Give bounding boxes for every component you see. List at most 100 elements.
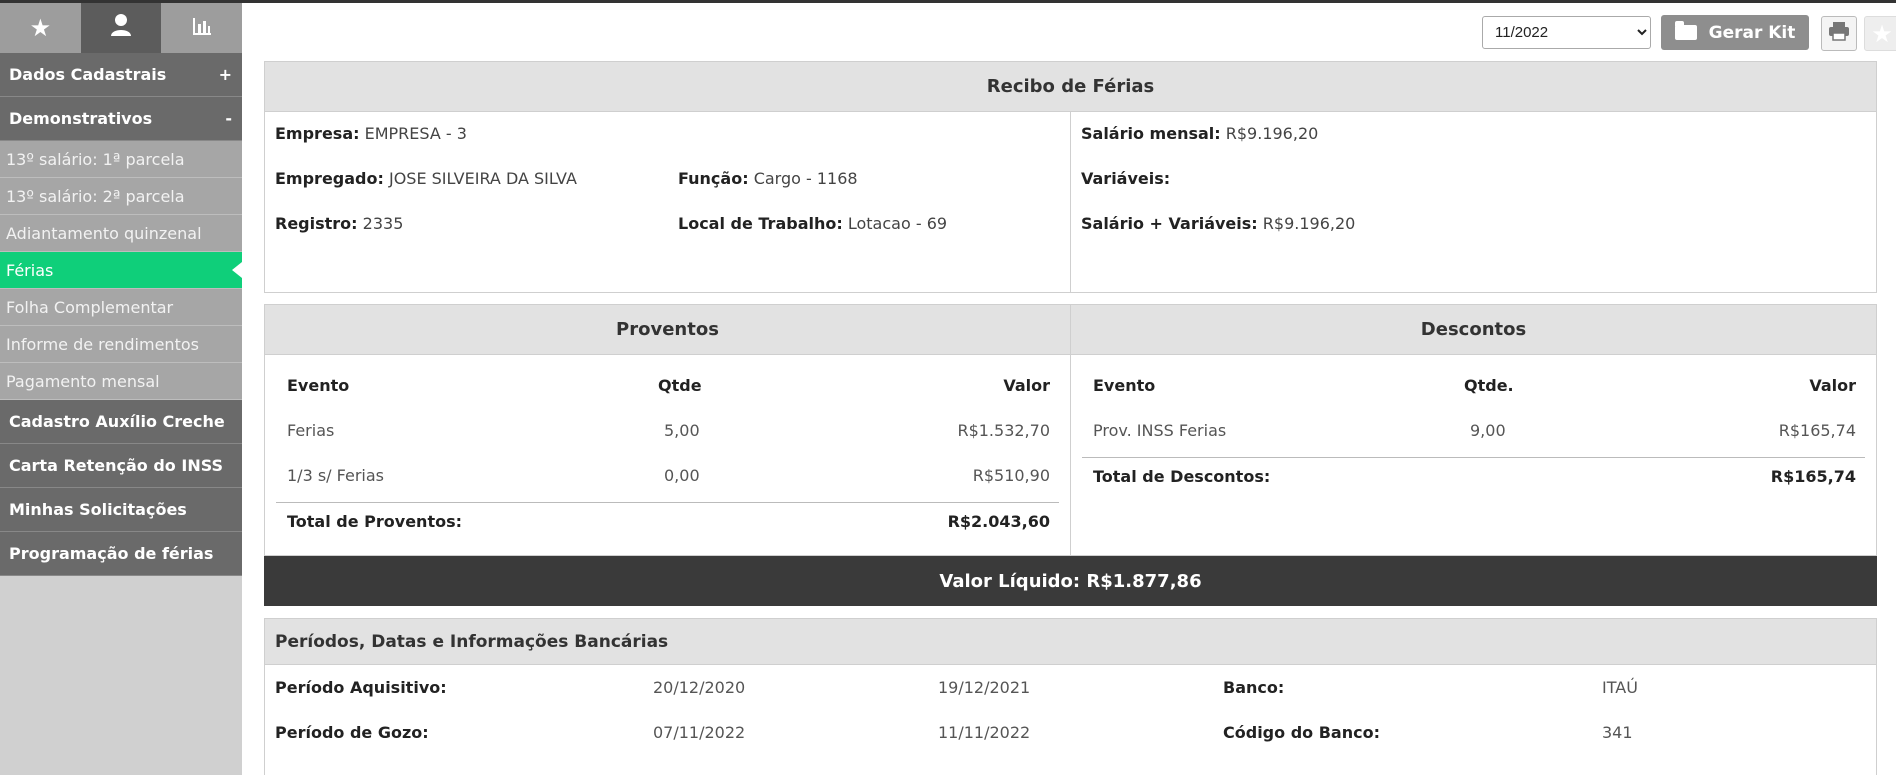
sidebar-item-adiantamento[interactable]: Adiantamento quinzenal [0, 215, 242, 252]
favorite-button[interactable]: ★ [1864, 16, 1896, 51]
gozo-inicio: 07/11/2022 [653, 723, 746, 742]
funcao-value: Cargo - 1168 [753, 169, 858, 188]
evento-cell: 1/3 s/ Ferias [287, 466, 384, 485]
col-evento: Evento [287, 376, 350, 395]
bar-chart-icon [192, 14, 212, 42]
star-icon: ★ [29, 14, 52, 42]
descontos-header-row: Evento Qtde. Valor [1093, 376, 1856, 400]
qtde-cell: 5,00 [664, 421, 700, 440]
table-row: Prov. INSS Ferias 9,00 R$165,74 [1093, 421, 1856, 445]
menu-dados-cadastrais[interactable]: Dados Cadastrais + [0, 53, 242, 97]
evento-cell: Ferias [287, 421, 335, 440]
divider [276, 502, 1059, 503]
recibo-salary-info: Salário mensal: R$9.196,20 Variáveis: Sa… [1071, 112, 1876, 292]
empresa-value: EMPRESA - 3 [364, 124, 467, 143]
sidebar-item-13-segunda[interactable]: 13º salário: 2ª parcela [0, 178, 242, 215]
menu-label: Carta Retenção do INSS [9, 456, 224, 475]
expand-icon: + [218, 65, 232, 84]
main-content: 11/2022 Gerar Kit ★ Recibo de Férias Emp… [242, 3, 1896, 775]
menu-label: Cadastro Auxílio Creche [9, 412, 225, 431]
empregado-value: JOSE SILVEIRA DA SILVA [388, 169, 577, 188]
user-icon [110, 13, 132, 43]
sidebar-tabs: ★ [0, 3, 243, 53]
total-value: R$2.043,60 [947, 512, 1050, 531]
col-qtde: Qtde. [1464, 376, 1514, 395]
total-label: Total de Proventos: [287, 512, 462, 531]
variaveis-label: Variáveis: [1081, 169, 1171, 188]
star-icon: ★ [1871, 19, 1893, 48]
print-button[interactable] [1821, 16, 1857, 51]
salario-variaveis-value: R$9.196,20 [1262, 214, 1356, 233]
recibo-title: Recibo de Férias [265, 62, 1876, 112]
gerar-kit-button[interactable]: Gerar Kit [1661, 15, 1809, 50]
sidebar: ★ Dados Cadastrais + Demonstrativos - 13º … [0, 3, 243, 775]
periodos-title: Períodos, Datas e Informações Bancárias [265, 619, 1876, 665]
proventos-title: Proventos [265, 305, 1070, 355]
printer-icon [1828, 21, 1850, 46]
gozo-label: Período de Gozo: [275, 723, 429, 742]
menu-solicitacoes[interactable]: Minhas Solicitações [0, 488, 242, 532]
total-value: R$165,74 [1770, 467, 1856, 486]
recibo-employee-info: Empresa: EMPRESA - 3 Empregado: JOSE SIL… [265, 112, 1071, 292]
gerar-kit-label: Gerar Kit [1708, 22, 1796, 43]
evento-cell: Prov. INSS Ferias [1093, 421, 1227, 440]
col-qtde: Qtde [658, 376, 702, 395]
valor-liquido-bar: Valor Líquido: R$1.877,86 [264, 556, 1877, 606]
col-evento: Evento [1093, 376, 1156, 395]
valor-cell: R$165,74 [1778, 421, 1856, 440]
app-root: ★ Dados Cadastrais + Demonstrativos - 13º … [0, 0, 1896, 775]
sidebar-item-13-primeira[interactable]: 13º salário: 1ª parcela [0, 141, 242, 178]
menu-carta-inss[interactable]: Carta Retenção do INSS [0, 444, 242, 488]
codigo-banco-value: 341 [1602, 723, 1633, 742]
funcao-label: Função: [678, 169, 749, 188]
menu-programacao-ferias[interactable]: Programação de férias [0, 532, 242, 576]
descontos-panel: Descontos Evento Qtde. Valor Prov. INSS … [1071, 304, 1877, 556]
gozo-fim: 11/11/2022 [938, 723, 1031, 742]
total-label: Total de Descontos: [1093, 467, 1271, 486]
aquisitivo-label: Período Aquisitivo: [275, 678, 447, 697]
menu-label: Programação de férias [9, 544, 214, 563]
registro-label: Registro: [275, 214, 358, 233]
salario-variaveis-label: Salário + Variáveis: [1081, 214, 1258, 233]
salario-label: Salário mensal: [1081, 124, 1221, 143]
codigo-banco-label: Código do Banco: [1223, 723, 1380, 742]
tab-favorites[interactable]: ★ [0, 3, 81, 53]
valor-cell: R$510,90 [972, 466, 1050, 485]
aquisitivo-fim: 19/12/2021 [938, 678, 1031, 697]
sidebar-item-ferias[interactable]: Férias [0, 252, 242, 289]
local-trabalho-label: Local de Trabalho: [678, 214, 843, 233]
totals-section: Proventos Evento Qtde Valor Ferias 5,00 … [264, 304, 1877, 556]
collapse-icon: - [225, 109, 232, 128]
period-select[interactable]: 11/2022 [1482, 16, 1651, 49]
proventos-panel: Proventos Evento Qtde Valor Ferias 5,00 … [264, 304, 1071, 556]
empregado-label: Empregado: [275, 169, 384, 188]
empresa-label: Empresa: [275, 124, 360, 143]
salario-value: R$9.196,20 [1225, 124, 1319, 143]
proventos-total-row: Total de Proventos: R$2.043,60 [287, 512, 1050, 536]
menu-demonstrativos[interactable]: Demonstrativos - [0, 97, 242, 141]
sidebar-item-folha-complementar[interactable]: Folha Complementar [0, 289, 242, 326]
menu-label: Minhas Solicitações [9, 500, 187, 519]
proventos-header-row: Evento Qtde Valor [287, 376, 1050, 400]
aquisitivo-inicio: 20/12/2020 [653, 678, 746, 697]
sidebar-item-informe[interactable]: Informe de rendimentos [0, 326, 242, 363]
valor-cell: R$1.532,70 [957, 421, 1050, 440]
tab-profile[interactable] [80, 3, 162, 53]
col-valor: Valor [1003, 376, 1050, 395]
col-valor: Valor [1809, 376, 1856, 395]
toolbar: 11/2022 Gerar Kit ★ [264, 3, 1896, 61]
menu-auxilio-creche[interactable]: Cadastro Auxílio Creche [0, 400, 242, 444]
tab-reports[interactable] [161, 3, 243, 53]
banco-label: Banco: [1223, 678, 1285, 697]
menu-label: Demonstrativos [9, 109, 153, 128]
table-row: 1/3 s/ Ferias 0,00 R$510,90 [287, 466, 1050, 490]
folder-icon [1674, 21, 1697, 40]
sidebar-item-pagamento[interactable]: Pagamento mensal [0, 363, 242, 400]
periodos-panel: Períodos, Datas e Informações Bancárias … [264, 618, 1877, 775]
menu-label: Dados Cadastrais [9, 65, 167, 84]
descontos-total-row: Total de Descontos: R$165,74 [1093, 467, 1856, 491]
recibo-panel: Recibo de Férias Empresa: EMPRESA - 3 Em… [264, 61, 1877, 293]
local-trabalho-value: Lotacao - 69 [847, 214, 948, 233]
banco-value: ITAÚ [1602, 678, 1638, 697]
table-row: Ferias 5,00 R$1.532,70 [287, 421, 1050, 445]
